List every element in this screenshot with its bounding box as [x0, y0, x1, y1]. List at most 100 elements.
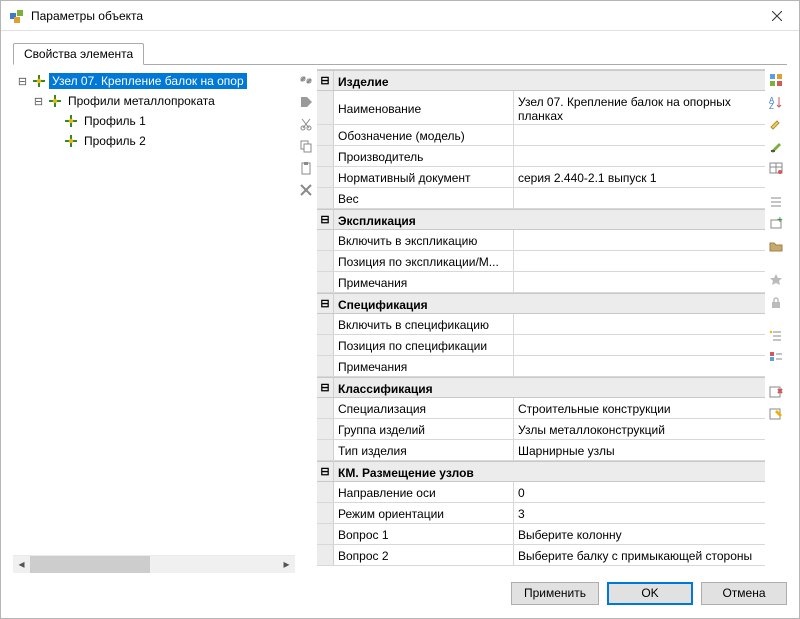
tree-node-child[interactable]: Профиль 1	[15, 111, 295, 131]
prop-label: Обозначение (модель)	[334, 125, 514, 145]
group-title: Спецификация	[334, 294, 765, 313]
prop-value[interactable]: серия 2.440-2.1 выпуск 1	[514, 167, 765, 187]
prop-value[interactable]: Выберите колонну	[514, 524, 765, 544]
prop-exp-include[interactable]: Включить в экспликацию	[317, 230, 765, 251]
prop-value[interactable]	[514, 188, 765, 208]
tree-node-label[interactable]: Узел 07. Крепление балок на опор	[49, 73, 247, 89]
scroll-track[interactable]	[30, 556, 278, 573]
prop-model[interactable]: Обозначение (модель)	[317, 125, 765, 146]
tree-scrollbar[interactable]: ◂ ▸	[13, 555, 295, 572]
svg-text:Z: Z	[769, 102, 774, 111]
prop-value[interactable]: Шарнирные узлы	[514, 440, 765, 460]
categorize-icon[interactable]	[767, 71, 785, 89]
prop-km-orient[interactable]: Режим ориентации 3	[317, 503, 765, 524]
prop-value[interactable]	[514, 146, 765, 166]
tree-node-root[interactable]: ⊟ Узел 07. Крепление балок на опор	[15, 71, 295, 91]
prop-name[interactable]: Наименование Узел 07. Крепление балок на…	[317, 91, 765, 125]
expand-icon[interactable]: ⊟	[31, 94, 46, 109]
list-icon[interactable]	[767, 193, 785, 211]
prop-value[interactable]	[514, 314, 765, 334]
prop-weight[interactable]: Вес	[317, 188, 765, 209]
folder-icon[interactable]	[767, 237, 785, 255]
prop-km-axis[interactable]: Направление оси 0	[317, 482, 765, 503]
prop-spec-note[interactable]: Примечания	[317, 356, 765, 377]
color-list-icon[interactable]	[767, 349, 785, 367]
scroll-left-icon[interactable]: ◂	[13, 556, 30, 573]
edit-icon[interactable]	[767, 137, 785, 155]
node-icon	[64, 114, 78, 128]
add-item-icon[interactable]: +	[767, 215, 785, 233]
note-cancel-icon[interactable]	[767, 383, 785, 401]
close-button[interactable]	[754, 1, 799, 31]
svg-text:+: +	[777, 215, 783, 226]
table-icon[interactable]	[767, 159, 785, 177]
prop-class-group[interactable]: Группа изделий Узлы металлоконструкций	[317, 419, 765, 440]
tab-properties[interactable]: Свойства элемента	[13, 43, 144, 65]
prop-value[interactable]	[514, 230, 765, 250]
star-icon[interactable]	[767, 271, 785, 289]
cut-icon[interactable]	[297, 115, 315, 133]
sort-icon[interactable]: AZ	[767, 93, 785, 111]
tree-node-label[interactable]: Профиль 2	[81, 133, 149, 149]
spark-list-icon[interactable]	[767, 327, 785, 345]
link-icon[interactable]	[297, 71, 315, 89]
highlight-icon[interactable]	[767, 115, 785, 133]
prop-value[interactable]	[514, 272, 765, 292]
collapse-icon[interactable]: ⊟	[317, 71, 334, 90]
prop-value[interactable]: 0	[514, 482, 765, 502]
tree-node-child[interactable]: Профиль 2	[15, 131, 295, 151]
scroll-thumb[interactable]	[30, 556, 150, 573]
collapse-icon[interactable]: ⊟	[317, 378, 334, 397]
group-title: КМ. Размещение узлов	[334, 462, 765, 481]
prop-km-q1[interactable]: Вопрос 1 Выберите колонну	[317, 524, 765, 545]
prop-value[interactable]: Узел 07. Крепление балок на опорных план…	[514, 91, 765, 124]
ok-button[interactable]: OK	[607, 582, 693, 605]
prop-label: Наименование	[334, 91, 514, 124]
element-tree[interactable]: ⊟ Узел 07. Крепление балок на опор ⊟ Про…	[13, 69, 295, 555]
expand-icon[interactable]: ⊟	[15, 74, 30, 89]
copy-icon[interactable]	[297, 137, 315, 155]
group-classif[interactable]: ⊟ Классификация	[317, 377, 765, 398]
prop-value[interactable]: Строительные конструкции	[514, 398, 765, 418]
prop-value[interactable]: Выберите балку с примыкающей стороны	[514, 545, 765, 565]
tag-icon[interactable]	[297, 93, 315, 111]
prop-exp-note[interactable]: Примечания	[317, 272, 765, 293]
prop-spec-pos[interactable]: Позиция по спецификации	[317, 335, 765, 356]
group-title: Экспликация	[334, 210, 765, 229]
prop-value[interactable]	[514, 356, 765, 376]
paste-icon[interactable]	[297, 159, 315, 177]
prop-spec-include[interactable]: Включить в спецификацию	[317, 314, 765, 335]
prop-label: Производитель	[334, 146, 514, 166]
prop-norm[interactable]: Нормативный документ серия 2.440-2.1 вып…	[317, 167, 765, 188]
prop-value[interactable]	[514, 335, 765, 355]
group-km[interactable]: ⊟ КМ. Размещение узлов	[317, 461, 765, 482]
prop-value[interactable]	[514, 251, 765, 271]
collapse-icon[interactable]: ⊟	[317, 210, 334, 229]
prop-value[interactable]: 3	[514, 503, 765, 523]
tree-toolbar	[295, 69, 317, 572]
scroll-right-icon[interactable]: ▸	[278, 556, 295, 573]
node-icon	[64, 134, 78, 148]
tree-node-group[interactable]: ⊟ Профили металлопроката	[15, 91, 295, 111]
prop-exp-pos[interactable]: Позиция по экспликации/М...	[317, 251, 765, 272]
note-edit-icon[interactable]	[767, 405, 785, 423]
tree-node-label[interactable]: Профили металлопроката	[65, 93, 218, 109]
prop-value[interactable]	[514, 125, 765, 145]
lock-icon[interactable]	[767, 293, 785, 311]
prop-class-spec[interactable]: Специализация Строительные конструкции	[317, 398, 765, 419]
prop-km-q2[interactable]: Вопрос 2 Выберите балку с примыкающей ст…	[317, 545, 765, 566]
prop-maker[interactable]: Производитель	[317, 146, 765, 167]
prop-value[interactable]: Узлы металлоконструкций	[514, 419, 765, 439]
group-explication[interactable]: ⊟ Экспликация	[317, 209, 765, 230]
collapse-icon[interactable]: ⊟	[317, 462, 334, 481]
apply-button[interactable]: Применить	[511, 582, 599, 605]
delete-icon[interactable]	[297, 181, 315, 199]
window-title: Параметры объекта	[31, 9, 754, 23]
cancel-button[interactable]: Отмена	[701, 582, 787, 605]
prop-label: Специализация	[334, 398, 514, 418]
tree-node-label[interactable]: Профиль 1	[81, 113, 149, 129]
prop-class-type[interactable]: Тип изделия Шарнирные узлы	[317, 440, 765, 461]
group-spec[interactable]: ⊟ Спецификация	[317, 293, 765, 314]
collapse-icon[interactable]: ⊟	[317, 294, 334, 313]
group-product[interactable]: ⊟ Изделие	[317, 70, 765, 91]
